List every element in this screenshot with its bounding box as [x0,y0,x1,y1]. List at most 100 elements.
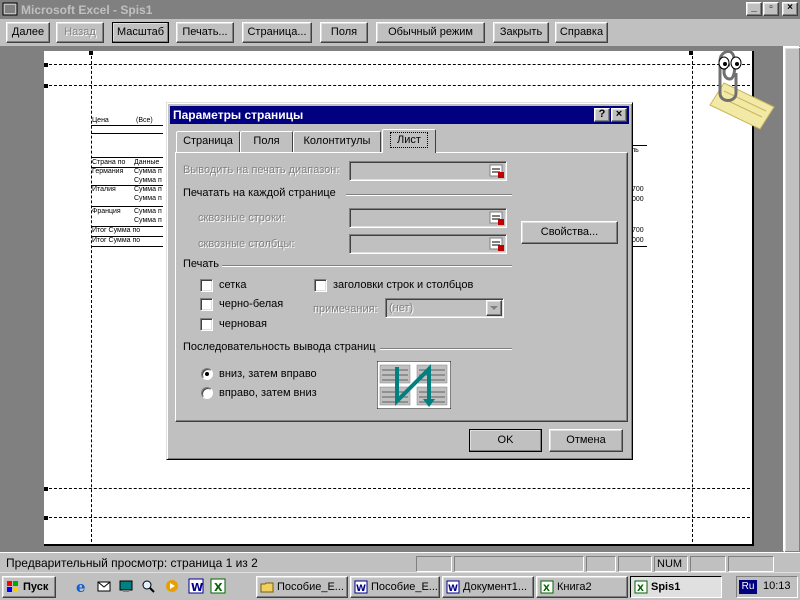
taskbar-item[interactable]: W Документ1... [442,576,534,598]
margin-handle[interactable] [44,516,48,520]
gridlines-checkbox[interactable] [200,279,213,292]
black-white-label[interactable]: черно-белая [219,298,283,310]
sheet-cell: Цена [92,117,109,124]
zoom-button[interactable]: Масштаб [112,22,169,43]
taskbar-item-label: Пособие_E... [277,581,344,593]
status-pane [454,556,584,572]
language-indicator[interactable]: Ru [739,580,757,594]
print-area-label: Выводить на печать диапазон: [183,164,340,176]
word-icon[interactable]: W [188,578,204,594]
group-divider [380,348,512,350]
draft-label[interactable]: черновая [219,318,267,330]
sheet-cell: Италия [92,186,116,193]
folder-icon [260,582,274,593]
taskbar-item[interactable]: X Книга2 [536,576,628,598]
sheet-cell: Данные [134,159,160,166]
internet-explorer-icon[interactable]: e [74,578,90,594]
excel-app-icon[interactable] [2,2,18,16]
page-order-preview-icon [377,361,451,409]
sheet-cell: Сумма п [134,177,162,184]
tab-margins[interactable]: Поля [240,131,293,152]
down-then-over-radio[interactable] [201,368,213,380]
radio-dot [205,372,209,376]
show-desktop-icon[interactable] [118,578,134,594]
margin-line-footer[interactable] [44,488,750,489]
dialog-title-bar: Параметры страницы ? × [170,106,629,124]
down-then-over-label[interactable]: вниз, затем вправо [219,368,317,380]
row-col-headings-label[interactable]: заголовки строк и столбцов [333,279,473,291]
sheet-cell: Сумма п [134,186,162,193]
print-area-input[interactable] [349,161,507,181]
margin-line-top[interactable] [44,64,750,65]
range-picker-icon[interactable] [489,210,505,226]
svg-text:X: X [214,581,223,594]
next-page-button[interactable]: Далее [6,22,50,43]
help-button[interactable]: Справка [555,22,608,43]
ok-button[interactable]: OK [469,429,542,452]
over-then-down-radio[interactable] [201,387,213,399]
rows-to-repeat-input[interactable] [349,208,507,228]
maximize-button[interactable]: ▫ [763,2,779,16]
sheet-cell: Германия [92,168,124,175]
media-player-icon[interactable] [164,578,180,594]
comments-value: (нет) [389,302,414,314]
margin-handle[interactable] [44,63,48,67]
margin-line-header[interactable] [44,85,750,86]
dropdown-button[interactable] [486,300,502,316]
excel-icon[interactable]: X [210,578,226,594]
row-col-headings-checkbox[interactable] [314,279,327,292]
office-assistant-icon[interactable] [702,45,782,130]
sheet-border [91,125,163,126]
range-picker-icon[interactable] [489,236,505,252]
magnifier-icon[interactable] [140,578,156,594]
margin-line-bottom[interactable] [44,517,750,518]
vertical-scrollbar[interactable] [783,46,800,553]
sheet-border [91,133,163,134]
print-group-label: Печать [183,258,220,270]
taskbar-item[interactable]: W Пособие_E... [350,576,440,598]
cols-to-repeat-input[interactable] [349,234,507,254]
outlook-express-icon[interactable] [96,578,112,594]
cancel-button[interactable]: Отмена [549,429,623,452]
page-setup-button[interactable]: Страница... [242,22,312,43]
margin-handle[interactable] [44,84,48,88]
dialog-title: Параметры страницы [173,108,304,122]
clock[interactable]: 10:13 [763,580,791,592]
print-titles-group-label: Печатать на каждой странице [183,187,336,199]
sheet-cell: 700 [632,186,644,193]
prev-page-button[interactable]: Назад [56,22,104,43]
start-button[interactable]: Пуск [2,576,56,598]
range-picker-icon[interactable] [489,163,505,179]
close-button[interactable]: × [782,2,798,16]
tab-sheet[interactable]: Лист [382,129,436,153]
margin-handle[interactable] [44,487,48,491]
print-button[interactable]: Печать... [176,22,234,43]
window-title-bar: Microsoft Excel - Spis1 _ ▫ × [0,0,800,19]
taskbar-item[interactable]: Пособие_E... [256,576,348,598]
gridlines-label[interactable]: сетка [219,279,246,291]
num-lock-indicator: NUM [654,556,688,572]
print-preview-toolbar: Далее Назад Масштаб Печать... Страница..… [0,19,800,46]
taskbar-item-label: Документ1... [463,581,528,593]
svg-text:W: W [356,584,366,594]
margin-handle[interactable] [689,51,693,55]
normal-view-button[interactable]: Обычный режим [376,22,485,43]
comments-select[interactable]: (нет) [385,298,504,318]
margin-handle[interactable] [89,51,93,55]
scroll-thumb[interactable] [784,47,800,553]
properties-button[interactable]: Свойства... [521,221,618,244]
margin-line-right[interactable] [692,51,693,542]
tab-page[interactable]: Страница [176,131,240,152]
taskbar-item-active[interactable]: X Spis1 [630,576,722,598]
svg-text:X: X [543,584,550,594]
margins-button[interactable]: Поля [320,22,368,43]
tab-header-footer[interactable]: Колонтитулы [293,131,381,152]
draft-checkbox[interactable] [200,318,213,331]
sheet-border [631,246,647,247]
dialog-help-button[interactable]: ? [594,108,610,122]
minimize-button[interactable]: _ [746,2,762,16]
over-then-down-label[interactable]: вправо, затем вниз [219,387,317,399]
black-white-checkbox[interactable] [200,298,213,311]
close-preview-button[interactable]: Закрыть [493,22,549,43]
dialog-close-button[interactable]: × [611,108,627,122]
